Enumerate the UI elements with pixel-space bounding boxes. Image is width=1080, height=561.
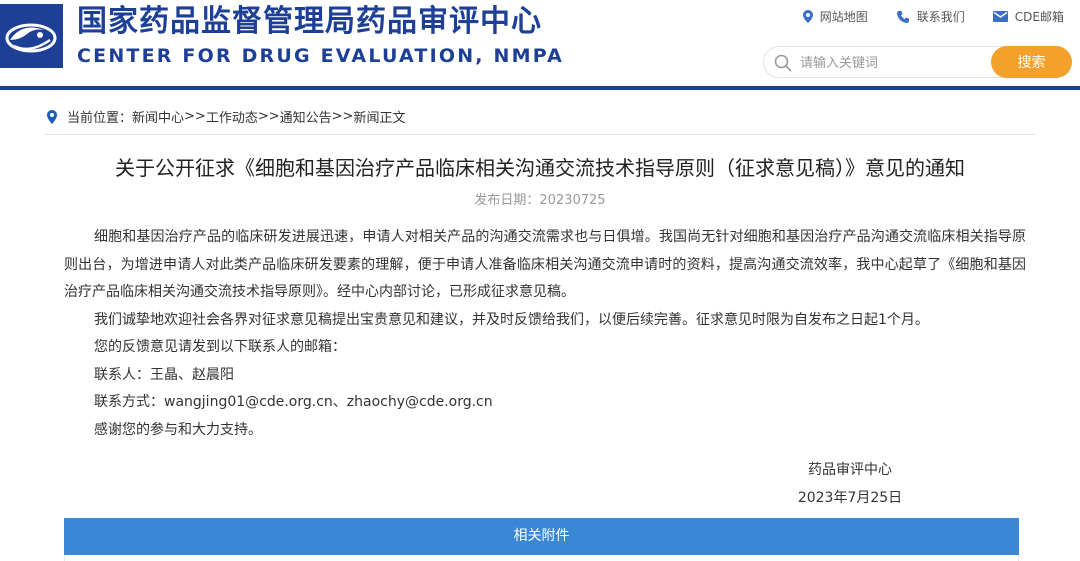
contact-emails: 联系方式：wangjing01@cde.org.cn、zhaochy@cde.o… [94,394,493,410]
site-title-en: CENTER FOR DRUG EVALUATION, NMPA [77,45,565,67]
site-header: 国家药品监督管理局药品审评中心 CENTER FOR DRUG EVALUATI… [0,0,1080,86]
signature-date: 2023年7月25日 [797,490,903,506]
search-icon [774,54,792,72]
breadcrumb-divider [44,134,1036,135]
breadcrumb: 当前位置： 新闻中心 >> 工作动态 >> 通知公告 >> 新闻正文 [47,107,405,126]
contact-persons: 联系人：王晶、赵晨阳 [94,366,234,383]
breadcrumb-separator: >> [184,109,206,124]
signature-org: 药品审评中心 [808,462,892,478]
mail-icon [992,11,1008,22]
thanks-line: 感谢您的参与和大力支持。 [94,421,262,438]
attachments-panel [64,555,1019,561]
breadcrumb-notices[interactable]: 通知公告 [280,107,332,126]
sitemap-link[interactable]: 网站地图 [802,8,868,25]
logo-emblem-icon [0,4,63,68]
site-title-cn: 国家药品监督管理局药品审评中心 [77,4,542,39]
breadcrumb-separator: >> [257,109,280,124]
cde-logo[interactable] [0,4,63,68]
header-divider-bar [0,86,1080,90]
phone-icon [896,10,909,23]
map-pin-icon [802,10,813,23]
breadcrumb-current: 新闻正文 [353,111,406,126]
location-pin-icon [47,109,57,124]
contact-link[interactable]: 联系我们 [896,8,965,25]
article-title: 关于公开征求《细胞和基因治疗产品临床相关沟通交流技术指导原则（征求意见稿）》意见… [115,156,965,180]
publish-date: 发布日期：20230725 [474,193,606,208]
search-input[interactable] [800,52,985,74]
contact-label: 联系我们 [916,10,965,24]
feedback-instruction: 您的反馈意见请发到以下联系人的邮箱： [94,339,346,355]
breadcrumb-news-center[interactable]: 新闻中心 [132,107,184,126]
top-links: 网站地图 联系我们 CDE邮箱 [775,8,1064,25]
cde-mail-link[interactable]: CDE邮箱 [992,8,1064,25]
attachments-header[interactable]: 相关附件 [64,518,1019,555]
article-paragraph: 我们诚挚地欢迎社会各界对征求意见稿提出宝贵意见和建议，并及时反馈给我们，以便后续… [94,311,929,328]
cde-mail-label: CDE邮箱 [1014,10,1064,24]
article-paragraph: 细胞和基因治疗产品的临床研发进展迅速，申请人对相关产品的沟通交流需求也与日俱增。… [64,229,1026,300]
breadcrumb-prefix: 当前位置： [67,111,133,126]
search-button[interactable]: 搜索 [991,46,1072,78]
breadcrumb-separator: >> [331,109,354,124]
article-body: 细胞和基因治疗产品的临床研发进展迅速，申请人对相关产品的沟通交流需求也与日俱增。… [64,224,1026,444]
breadcrumb-work-news[interactable]: 工作动态 [206,107,258,126]
signature-block: 药品审评中心 2023年7月25日 [760,456,940,512]
sitemap-label: 网站地图 [819,10,868,24]
